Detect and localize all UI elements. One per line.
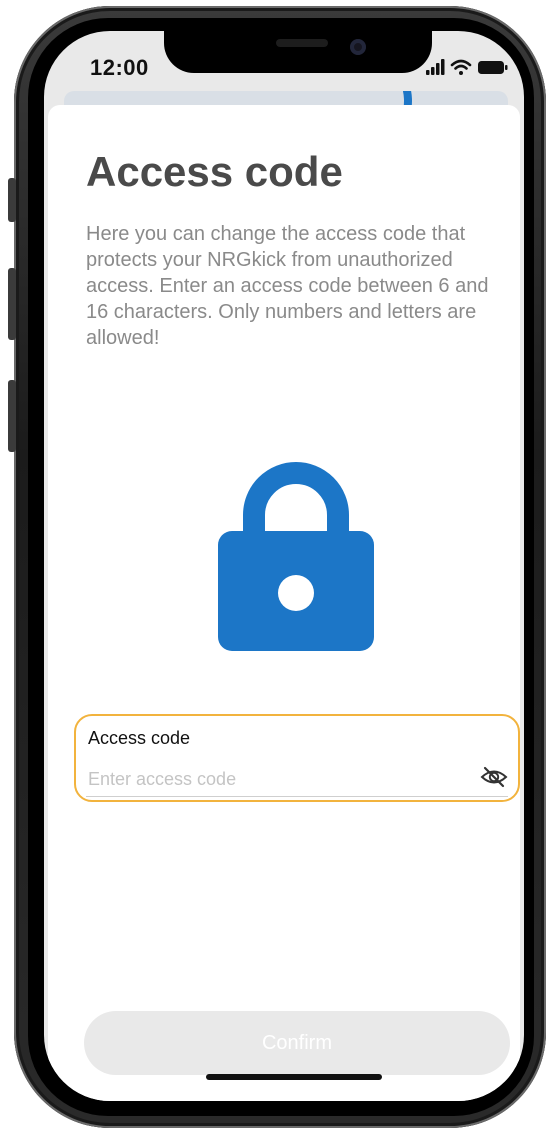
volume-up-button xyxy=(8,268,16,340)
volume-down-button xyxy=(8,380,16,452)
app-screenshot: 12:00 Access code Here you can change th… xyxy=(0,0,551,1133)
mute-switch xyxy=(8,178,16,222)
cellular-signal-icon xyxy=(426,59,445,75)
access-code-label: Access code xyxy=(88,728,191,748)
home-indicator[interactable] xyxy=(206,1074,382,1080)
speaker-grille xyxy=(276,39,328,47)
access-code-sheet: Access code Here you can change the acce… xyxy=(48,105,520,1101)
eye-slash-icon[interactable] xyxy=(480,765,508,789)
front-camera xyxy=(350,39,366,55)
wifi-icon xyxy=(450,59,472,75)
page-description: Here you can change the access code that… xyxy=(86,223,489,349)
lock-icon xyxy=(218,462,374,651)
page-title: Access code xyxy=(86,148,343,195)
input-underline xyxy=(86,796,508,797)
status-time: 12:00 xyxy=(90,55,149,80)
status-icons xyxy=(426,59,508,75)
notch xyxy=(164,31,432,73)
access-code-field-card: Access code xyxy=(74,714,520,802)
access-code-input[interactable] xyxy=(86,765,478,793)
phone-screen: 12:00 Access code Here you can change th… xyxy=(44,31,524,1101)
confirm-button[interactable]: Confirm xyxy=(84,1011,510,1075)
battery-icon xyxy=(478,61,508,74)
